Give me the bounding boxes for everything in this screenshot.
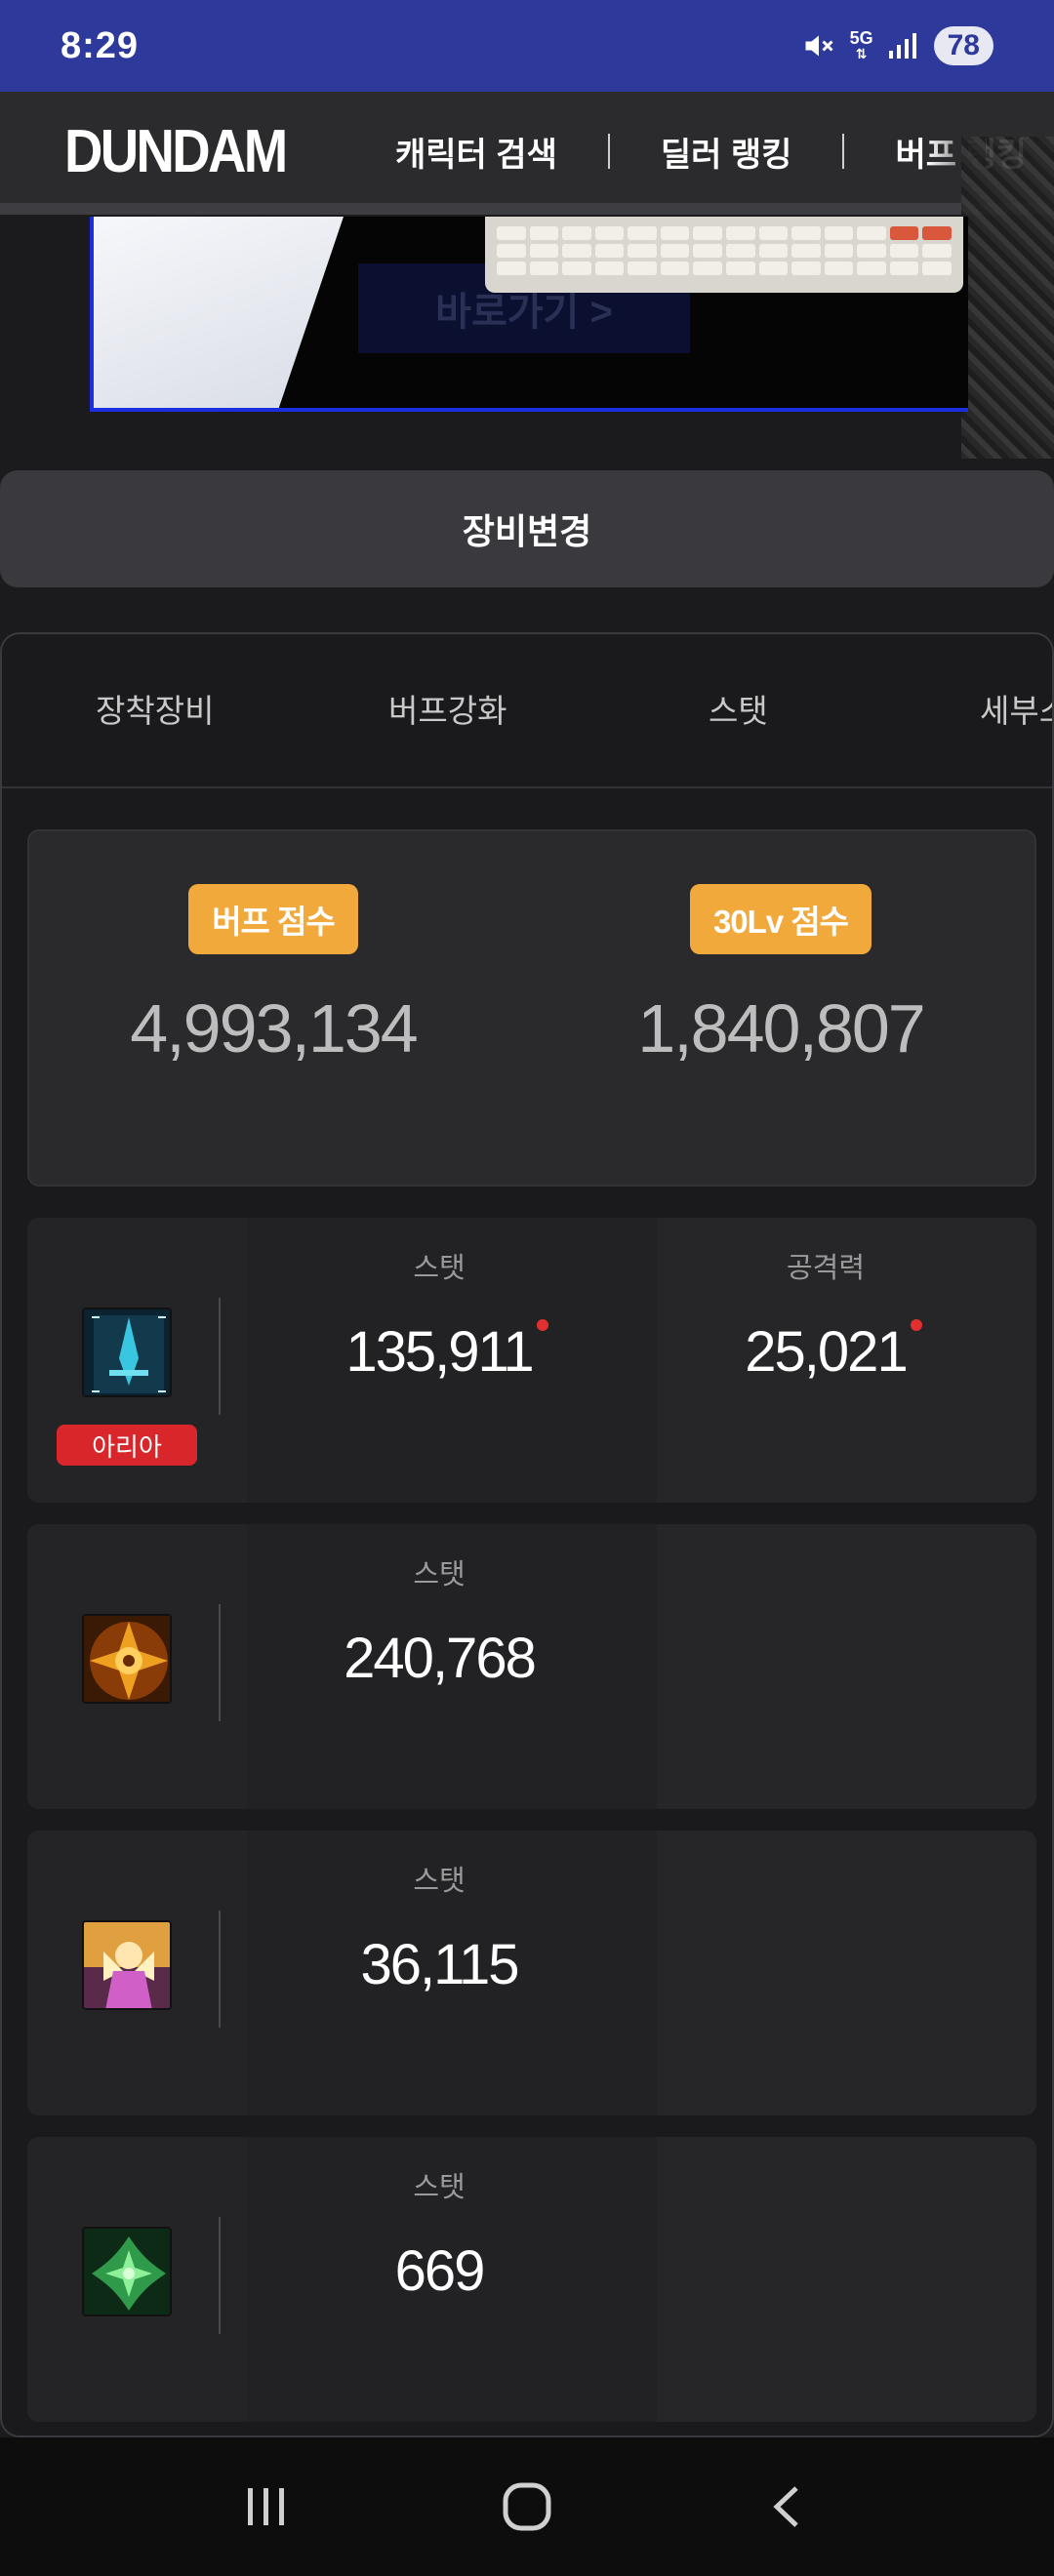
header-divider [0,203,1054,215]
network-label: 5G [849,28,873,48]
tab-buff-enhance[interactable]: 버프강화 [388,685,507,732]
status-time: 8:29 [61,24,140,66]
ad-banner[interactable]: 바로가기 > [90,217,968,412]
stat-column: 스탯 36,115 [283,1858,595,1997]
nav-character-search[interactable]: 캐릭터 검색 [395,128,557,176]
angel-skill-icon [82,1920,172,2010]
row-divider [219,1298,221,1415]
stat-value: 135,911 [345,1319,548,1385]
tab-stats[interactable]: 스탯 [709,685,768,732]
row-divider [219,1911,221,2028]
recent-apps-icon[interactable] [227,2468,305,2546]
stat-label: 스탯 [413,1866,466,1897]
increase-dot [910,1319,922,1331]
increase-dot [536,1319,548,1331]
buff-skill-row: 스탯 240,768 [27,1524,1036,1809]
attack-value: 25,021 [745,1319,922,1385]
nav-dealer-ranking[interactable]: 딜러 랭킹 [661,128,792,176]
logo[interactable]: DUNDAM [64,117,288,186]
attack-label: 공격력 [786,1253,866,1284]
buff-score-value: 4,993,134 [130,990,418,1067]
buff-skill-row: 아리아 스탯 135,911 공격력 25,021 [27,1218,1036,1503]
row-divider [219,2217,221,2334]
row-divider [219,1604,221,1721]
battery-icon: 78 [933,26,993,65]
banner-image [90,217,344,412]
character-panel: 장착장비 버프강화 스탯 세부스탯 버프 점수 4,993,134 30Lv 점… [0,632,1054,2437]
stat-column: 스탯 135,911 [283,1245,595,1385]
stat-label: 스탯 [413,1253,466,1284]
golden-cross-skill-icon [82,1614,172,1704]
buff-score: 버프 점수 4,993,134 [49,884,498,1067]
stat-value: 240,768 [344,1627,537,1690]
stat-value: 36,115 [360,1933,519,1996]
signal-icon [887,31,920,60]
side-decoration [961,137,1054,459]
lv30-score: 30Lv 점수 1,840,807 [556,884,1005,1067]
score-summary: 버프 점수 4,993,134 30Lv 점수 1,840,807 [27,829,1036,1187]
tab-bar: 장착장비 버프강화 스탯 세부스탯 [2,634,1052,788]
buff-skill-row: 스탯 36,115 [27,1831,1036,2115]
buff-score-label: 버프 점수 [188,884,358,954]
sword-skill-icon [82,1308,172,1397]
keyboard-image [485,217,963,293]
stat-value-text: 135,911 [345,1320,534,1384]
screen: { "status_bar": { "time": "8:29", "netwo… [0,0,1054,2576]
network-5g-icon: 5G ⇅ [849,28,873,61]
nav-divider [842,134,845,169]
green-cross-skill-icon [82,2227,172,2316]
status-bar: 8:29 5G ⇅ 78 [0,0,1054,92]
stat-label: 스탯 [413,2172,466,2203]
banner-border [90,408,968,412]
stat-column: 스탯 240,768 [283,1551,595,1691]
app-header: DUNDAM 캐릭터 검색 딜러 랭킹 버프 랭킹 [0,92,1054,211]
stat-column: 스탯 669 [283,2164,595,2304]
buff-skill-row: 스탯 669 [27,2137,1036,2422]
home-icon[interactable] [488,2468,566,2546]
lv30-score-value: 1,840,807 [637,990,925,1067]
aria-badge: 아리아 [57,1425,197,1466]
stat-value: 669 [394,2239,486,2303]
status-icons: 5G ⇅ 78 [801,26,993,65]
tab-equipment[interactable]: 장착장비 [96,685,214,732]
attack-value-text: 25,021 [745,1320,908,1384]
back-icon[interactable] [749,2468,827,2546]
equip-change-button[interactable]: 장비변경 [0,470,1054,587]
attack-column: 공격력 25,021 [669,1245,982,1385]
nav-divider [607,134,610,169]
system-nav-bar [0,2437,1054,2576]
stat-label: 스탯 [413,1559,466,1590]
lv30-score-label: 30Lv 점수 [689,884,872,954]
tab-detail-stats[interactable]: 세부스탯 [980,685,1052,732]
mute-icon [801,28,836,63]
